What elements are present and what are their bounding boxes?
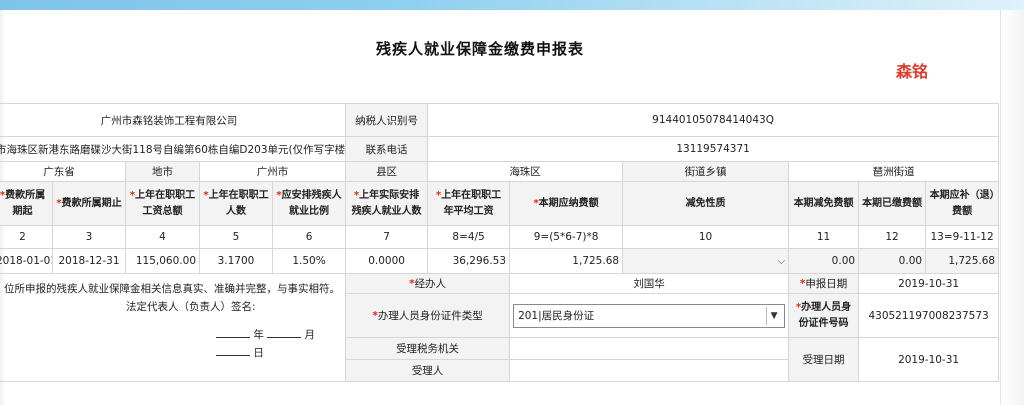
county-value: 海珠区: [427, 161, 624, 182]
month-line: [267, 327, 302, 338]
header-period-end: *费款所属期止: [52, 181, 126, 226]
accept-date-label: 受理日期: [788, 337, 860, 382]
phone-label: 联系电话: [345, 136, 429, 162]
id-type-label: *办理人员身份证件类型: [345, 293, 511, 338]
index-cell: 7: [345, 225, 429, 249]
handler-label: *经办人: [345, 273, 511, 294]
header-employees: *上年在职职工人数: [199, 181, 273, 226]
tax-office-value: [509, 337, 790, 360]
taxpayer-id-value: 91440105078414043Q: [427, 103, 1000, 137]
accept-person-label: 受理人: [345, 359, 511, 382]
index-cell: 10: [622, 225, 790, 249]
county-label: 县区: [345, 161, 429, 182]
phone-value: 13119574371: [427, 136, 1000, 162]
day-line: [216, 345, 250, 356]
salary-total-input[interactable]: 115,060.00: [125, 248, 200, 274]
index-cell: 6: [271, 225, 347, 249]
handler-name-input[interactable]: 刘国华: [509, 273, 790, 294]
index-cell: 5: [199, 225, 273, 249]
index-cell: 13=9-11-12: [925, 225, 1000, 249]
declaration-block: 位所申报的残疾人就业保障金相关信息真实、准确并完整，与事实相符。 法定代表人（负…: [0, 273, 347, 382]
index-cell: 8=4/5: [427, 225, 511, 249]
ratio-value: 1.50%: [271, 248, 347, 274]
index-cell: 2: [0, 225, 53, 249]
header-ratio: *应安排残疾人就业比例: [271, 181, 347, 226]
period-end-value[interactable]: 2018-12-31: [52, 248, 126, 274]
header-disabled-count: *上年实际安排残疾人就业人数: [345, 181, 429, 226]
province-value: 广东省: [0, 161, 126, 182]
accept-person-value: [509, 359, 790, 382]
city-label: 地市: [125, 161, 200, 182]
city-value: 广州市: [198, 161, 347, 182]
year-line: [216, 327, 250, 338]
header-paid: 本期已缴费额: [858, 181, 927, 226]
fee-due-value: 1,725.68: [509, 248, 624, 274]
street-value: 琶洲街道: [788, 161, 1000, 182]
supplement-value: 1,725.68: [925, 248, 1000, 274]
chevron-down-icon: ⌵: [777, 256, 786, 267]
header-relief-type: 减免性质: [622, 181, 790, 226]
header-avg-salary: *上年在职职工年平均工资: [427, 181, 511, 226]
avg-salary-value: 36,296.53: [427, 248, 511, 274]
street-label: 街道乡镇: [622, 161, 790, 182]
index-cell: 12: [858, 225, 927, 249]
index-cell: 11: [788, 225, 860, 249]
id-type-cell: 201|居民身份证 ▼: [509, 293, 790, 338]
header-fee-due: *本期应纳费额: [509, 181, 624, 226]
taxpayer-id-label: 纳税人识别号: [345, 103, 429, 137]
declaration-form-table: 广州市森铭装饰工程有限公司 纳税人识别号 91440105078414043Q …: [0, 103, 1000, 382]
employees-input[interactable]: 3.1700: [199, 248, 273, 274]
company-address: 市海珠区新港东路磨碟沙大街118号自编第60栋自编D203单元(仅作写字楼功能用…: [0, 136, 347, 162]
header-salary-total: *上年在职职工工资总额: [125, 181, 200, 226]
index-cell: 9=(5*6-7)*8: [509, 225, 624, 249]
index-cell: 4: [125, 225, 200, 249]
period-start-value[interactable]: 2018-01-01: [0, 248, 53, 274]
header-supplement: 本期应补（退）费额: [925, 181, 1000, 226]
legal-rep-signature: 法定代表人（负责人）签名:: [126, 301, 256, 313]
index-cell: 3: [52, 225, 126, 249]
company-stamp: 森铭: [896, 62, 929, 81]
signature-date: 年 月 日: [0, 316, 342, 362]
chevron-down-icon: ▼: [766, 306, 781, 325]
disabled-count-input[interactable]: 0.0000: [345, 248, 429, 274]
apply-date-label: *申报日期: [788, 273, 860, 294]
right-scroll-edge: [1000, 10, 1024, 405]
tax-office-label: 受理税务机关: [345, 337, 511, 360]
id-no-label: *办理人员身份证件号码: [788, 293, 860, 338]
header-relief-amount: 本期减免费额: [788, 181, 860, 226]
header-period-start: *费款所属期起: [0, 181, 53, 226]
id-no-input[interactable]: 430521197008237573: [858, 293, 1000, 338]
paid-value: 0.00: [858, 248, 927, 274]
company-name: 广州市森铭装饰工程有限公司: [0, 103, 347, 137]
relief-type-select[interactable]: ⌵: [622, 248, 790, 274]
page-title: 残疾人就业保障金缴费申报表: [375, 40, 584, 58]
id-type-select[interactable]: 201|居民身份证 ▼: [513, 303, 786, 328]
relief-amount-value: 0.00: [788, 248, 860, 274]
apply-date-value[interactable]: 2019-10-31: [858, 273, 1000, 294]
top-bar: [0, 0, 1024, 10]
accept-date-value: 2019-10-31: [858, 337, 1000, 382]
declaration-statement: 位所申报的残疾人就业保障金相关信息真实、准确并完整，与事实相符。: [4, 283, 340, 295]
